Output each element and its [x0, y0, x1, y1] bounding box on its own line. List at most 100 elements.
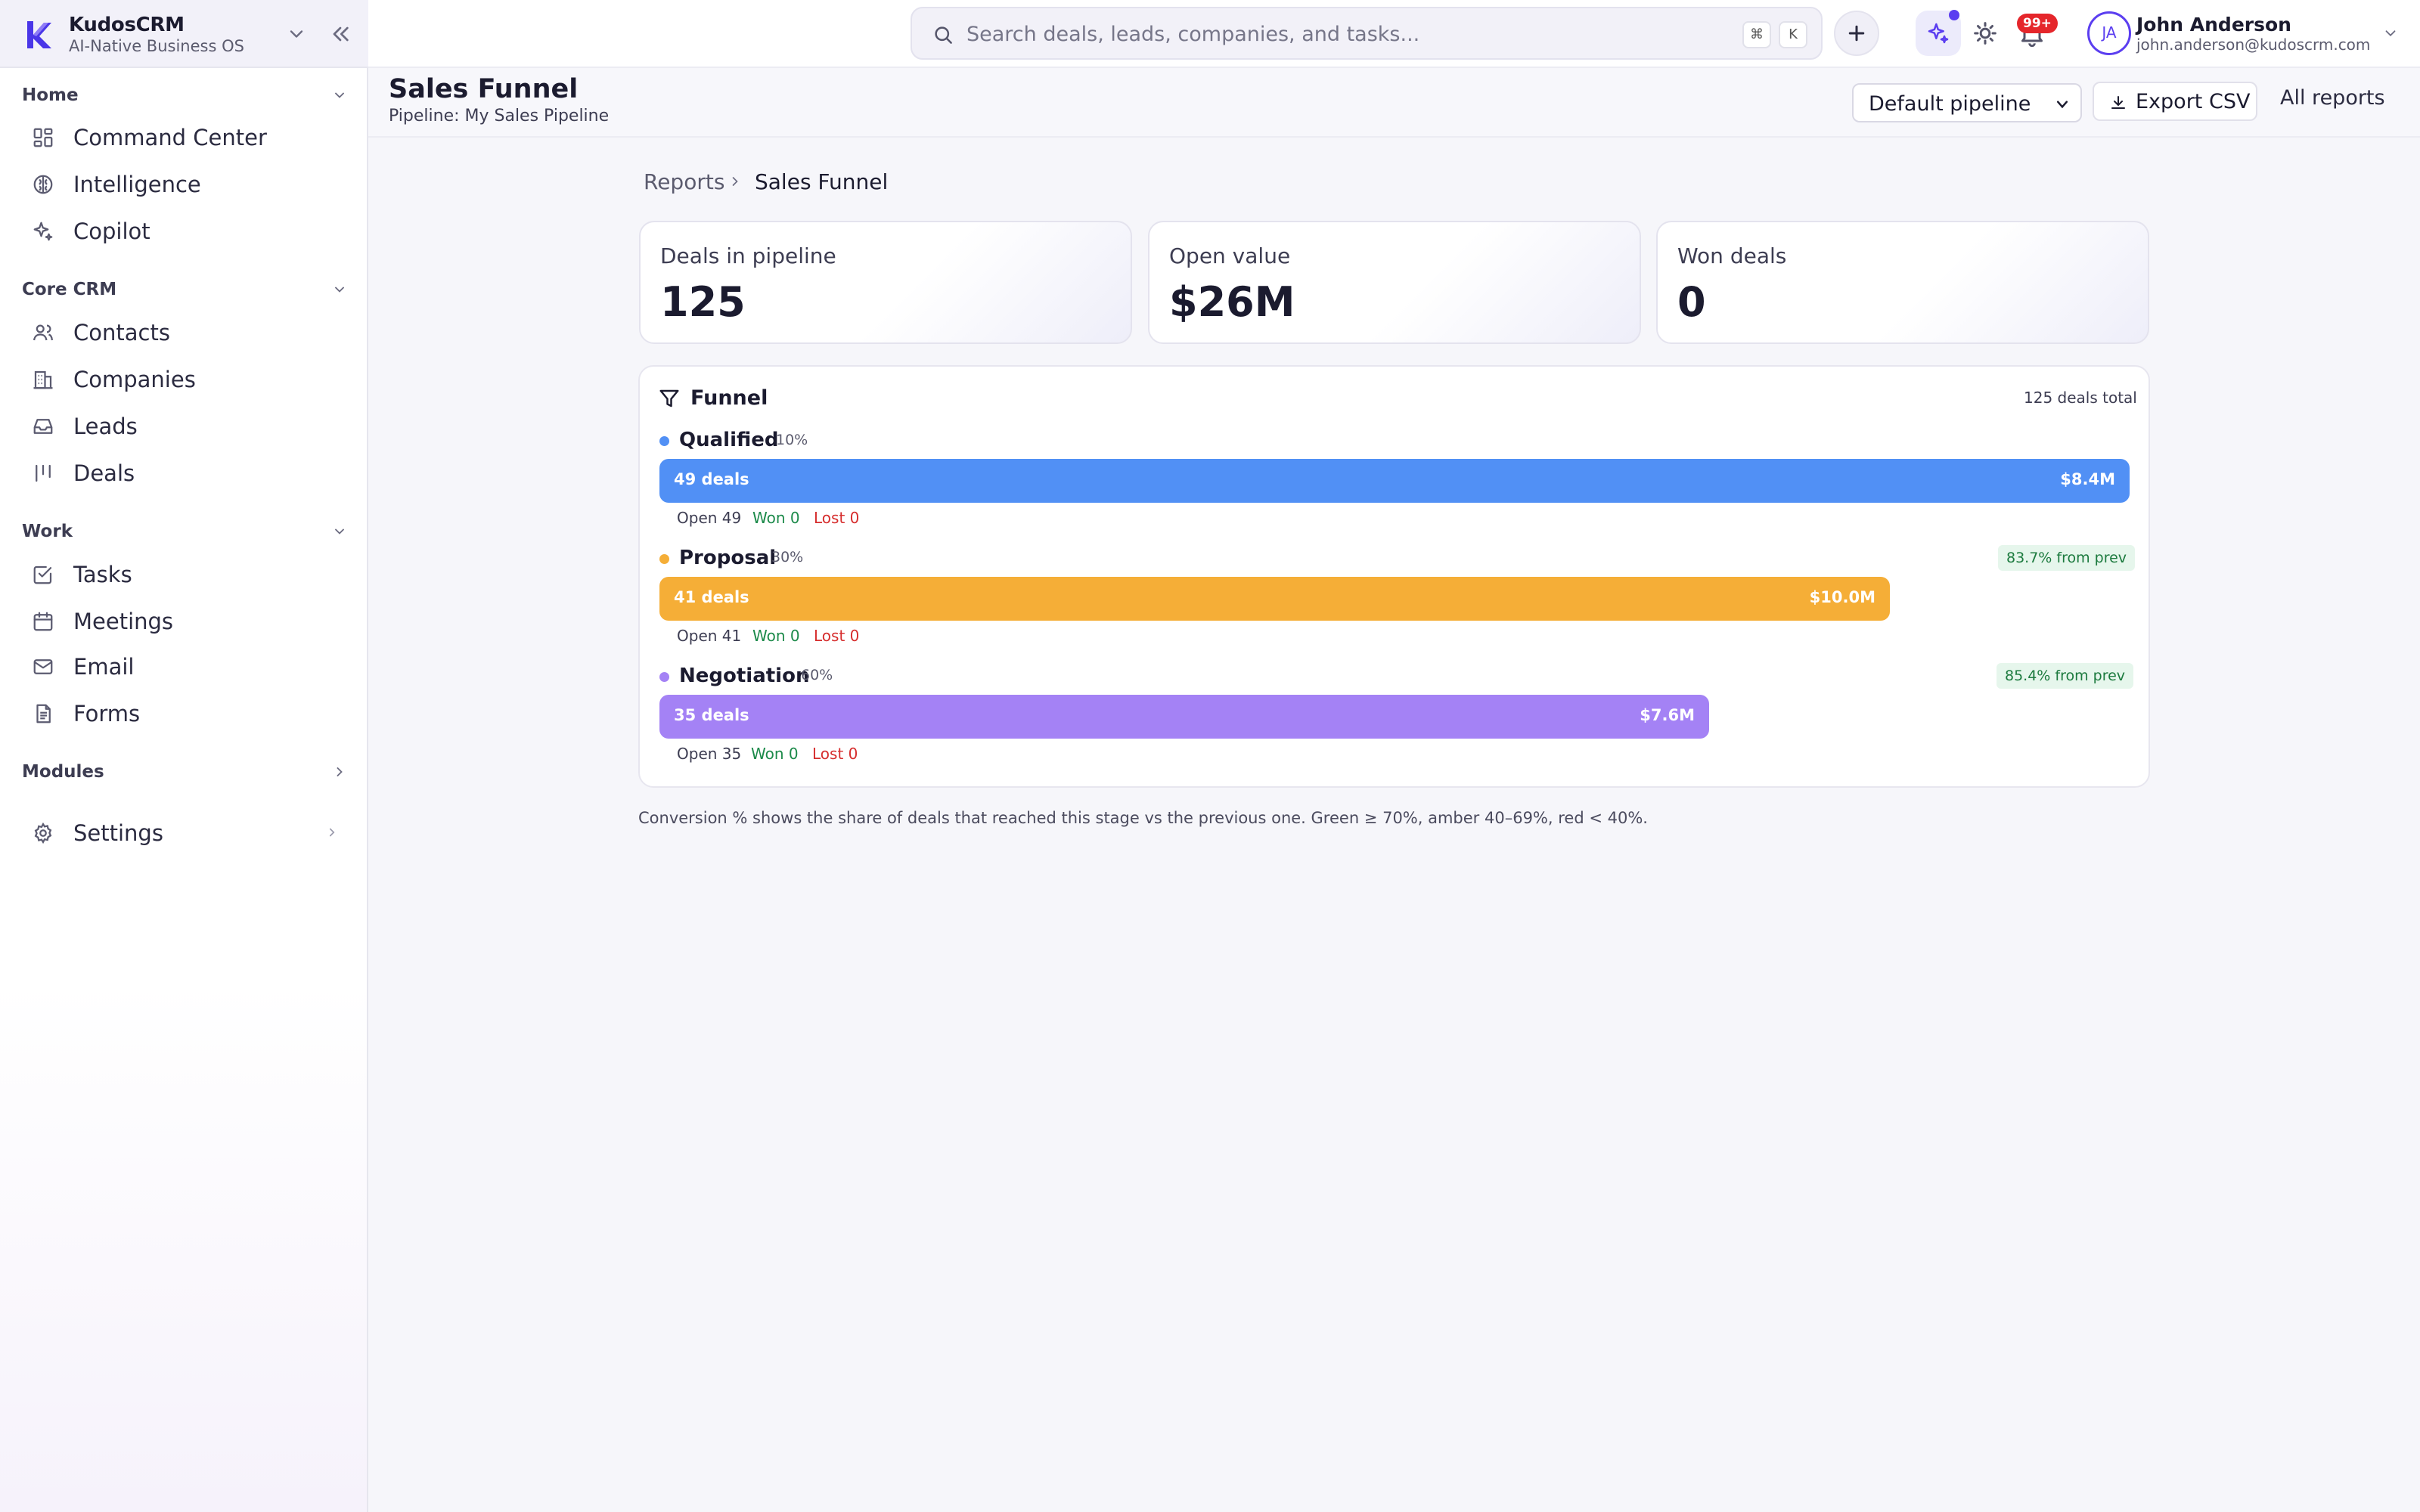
user-avatar[interactable]: JA	[2087, 11, 2131, 55]
dashboard-grid-icon	[33, 128, 53, 147]
search-input[interactable]: Search deals, leads, companies, and task…	[966, 23, 1419, 46]
chevron-right-icon	[732, 177, 738, 186]
stage-value: $8.4M	[2060, 470, 2115, 488]
document-icon	[36, 704, 51, 723]
theme-toggle-sun-icon[interactable]	[1970, 18, 2000, 48]
stage-lost-count: Lost 0	[812, 745, 858, 763]
gear-icon	[34, 822, 52, 844]
top-bar: Search deals, leads, companies, and task…	[368, 0, 2420, 68]
sidebar-item-deals[interactable]: Deals	[21, 451, 346, 494]
sidebar: KudosCRM AI-Native Business OS Home Comm…	[0, 0, 368, 1512]
breadcrumb-reports-link[interactable]: Reports	[644, 169, 724, 194]
export-csv-label: Export CSV	[2136, 90, 2251, 113]
stage-color-dot	[659, 554, 669, 564]
sparkles-icon	[1928, 23, 1949, 44]
stage-won-count: Won 0	[751, 745, 799, 763]
chevron-down-icon	[2056, 101, 2068, 109]
ai-status-dot	[1949, 10, 1959, 20]
sidebar-item-tasks[interactable]: Tasks	[21, 553, 346, 595]
kpi-label: Won deals	[1677, 243, 1787, 268]
chevron-down-icon	[335, 92, 344, 98]
chevron-down-icon	[335, 287, 344, 293]
section-home[interactable]: Home	[22, 82, 347, 108]
stage-probability: 60%	[801, 667, 833, 683]
sidebar-item-copilot[interactable]: Copilot	[21, 209, 346, 252]
stage-deal-count: 41 deals	[674, 588, 749, 606]
section-core-crm[interactable]: Core CRM	[22, 277, 347, 302]
kpi-value: 125	[660, 278, 746, 326]
global-search-bar[interactable]: Search deals, leads, companies, and task…	[911, 7, 1823, 60]
stage-open-count: Open 49	[677, 509, 742, 527]
stage-open-count: Open 35	[677, 745, 742, 763]
page-title: Sales Funnel	[389, 74, 579, 104]
workspace-chevron-down-icon[interactable]	[286, 23, 307, 45]
brand-tagline: AI-Native Business OS	[69, 37, 244, 55]
inbox-icon	[33, 419, 53, 434]
sidebar-item-companies[interactable]: Companies	[21, 358, 346, 400]
stage-value: $10.0M	[1809, 588, 1876, 606]
sidebar-item-contacts[interactable]: Contacts	[21, 311, 346, 353]
sidebar-item-settings[interactable]: Settings	[21, 811, 346, 854]
calendar-icon	[33, 612, 53, 631]
sparkles-icon	[33, 222, 53, 241]
mail-icon	[33, 659, 53, 674]
building-icon	[33, 370, 53, 389]
pipeline-select[interactable]: Default pipeline	[1852, 83, 2082, 122]
search-icon	[935, 26, 952, 44]
stage-lost-count: Lost 0	[814, 627, 860, 645]
user-email: john.anderson@kudoscrm.com	[2136, 36, 2371, 54]
chevron-down-icon	[335, 528, 344, 534]
kudos-logo-icon[interactable]	[21, 18, 54, 51]
user-menu-chevron-down-icon[interactable]	[2382, 25, 2399, 42]
stage-open-count: Open 41	[677, 627, 742, 645]
kpi-label: Deals in pipeline	[660, 243, 836, 268]
stage-color-dot	[659, 436, 669, 446]
sidebar-item-label: Meetings	[73, 609, 174, 634]
sidebar-item-label: Companies	[73, 367, 196, 392]
stage-bar[interactable]: 41 deals $10.0M	[659, 577, 1890, 621]
shortcut-key-k: K	[1779, 21, 1807, 48]
sidebar-item-command-center[interactable]: Command Center	[21, 116, 346, 158]
section-home-label: Home	[22, 85, 79, 105]
sidebar-item-label: Command Center	[73, 125, 267, 150]
stage-bar[interactable]: 35 deals $7.6M	[659, 695, 1709, 739]
kpi-card-open-value: Open value $26M	[1148, 221, 1641, 344]
plus-icon	[1848, 25, 1865, 42]
collapse-sidebar-icon[interactable]	[328, 22, 352, 46]
sidebar-item-email[interactable]: Email	[21, 645, 346, 687]
stage-value: $7.6M	[1640, 706, 1695, 724]
section-work[interactable]: Work	[22, 519, 347, 544]
breadcrumb-current: Sales Funnel	[755, 169, 889, 194]
stage-lost-count: Lost 0	[814, 509, 860, 527]
stage-won-count: Won 0	[752, 627, 800, 645]
sidebar-item-label: Tasks	[73, 562, 132, 587]
sidebar-item-forms[interactable]: Forms	[21, 692, 346, 734]
funnel-total: 125 deals total	[2024, 389, 2137, 407]
download-icon	[2111, 96, 2125, 109]
section-modules[interactable]: Modules	[22, 759, 347, 785]
section-work-label: Work	[22, 522, 73, 541]
sidebar-item-leads[interactable]: Leads	[21, 404, 346, 447]
user-name[interactable]: John Anderson	[2136, 14, 2291, 36]
page-header: Sales Funnel Pipeline: My Sales Pipeline…	[368, 68, 2420, 138]
sidebar-item-meetings[interactable]: Meetings	[21, 600, 346, 642]
export-csv-button[interactable]: Export CSV	[2093, 82, 2257, 121]
notification-count-badge: 99+	[2017, 14, 2058, 33]
sidebar-item-label: Copilot	[73, 218, 150, 244]
stage-probability: 10%	[776, 432, 808, 448]
users-icon	[33, 324, 53, 341]
brand-header: KudosCRM AI-Native Business OS	[0, 0, 368, 68]
stage-bar[interactable]: 49 deals $8.4M	[659, 459, 2130, 503]
kpi-card-deals-in-pipeline: Deals in pipeline 125	[639, 221, 1132, 344]
all-reports-button[interactable]: All reports	[2280, 86, 2385, 110]
sidebar-item-intelligence[interactable]: Intelligence	[21, 163, 346, 205]
sidebar-item-label: Contacts	[73, 320, 170, 345]
stage-name: Proposal	[679, 547, 777, 569]
kpi-label: Open value	[1169, 243, 1291, 268]
kpi-value: 0	[1677, 278, 1706, 326]
stage-conversion-badge: 85.4% from prev	[1996, 663, 2134, 689]
funnel-icon	[659, 389, 679, 407]
quick-create-button[interactable]	[1834, 11, 1879, 56]
chevron-right-icon	[337, 767, 343, 776]
stage-name: Negotiation	[679, 665, 810, 687]
